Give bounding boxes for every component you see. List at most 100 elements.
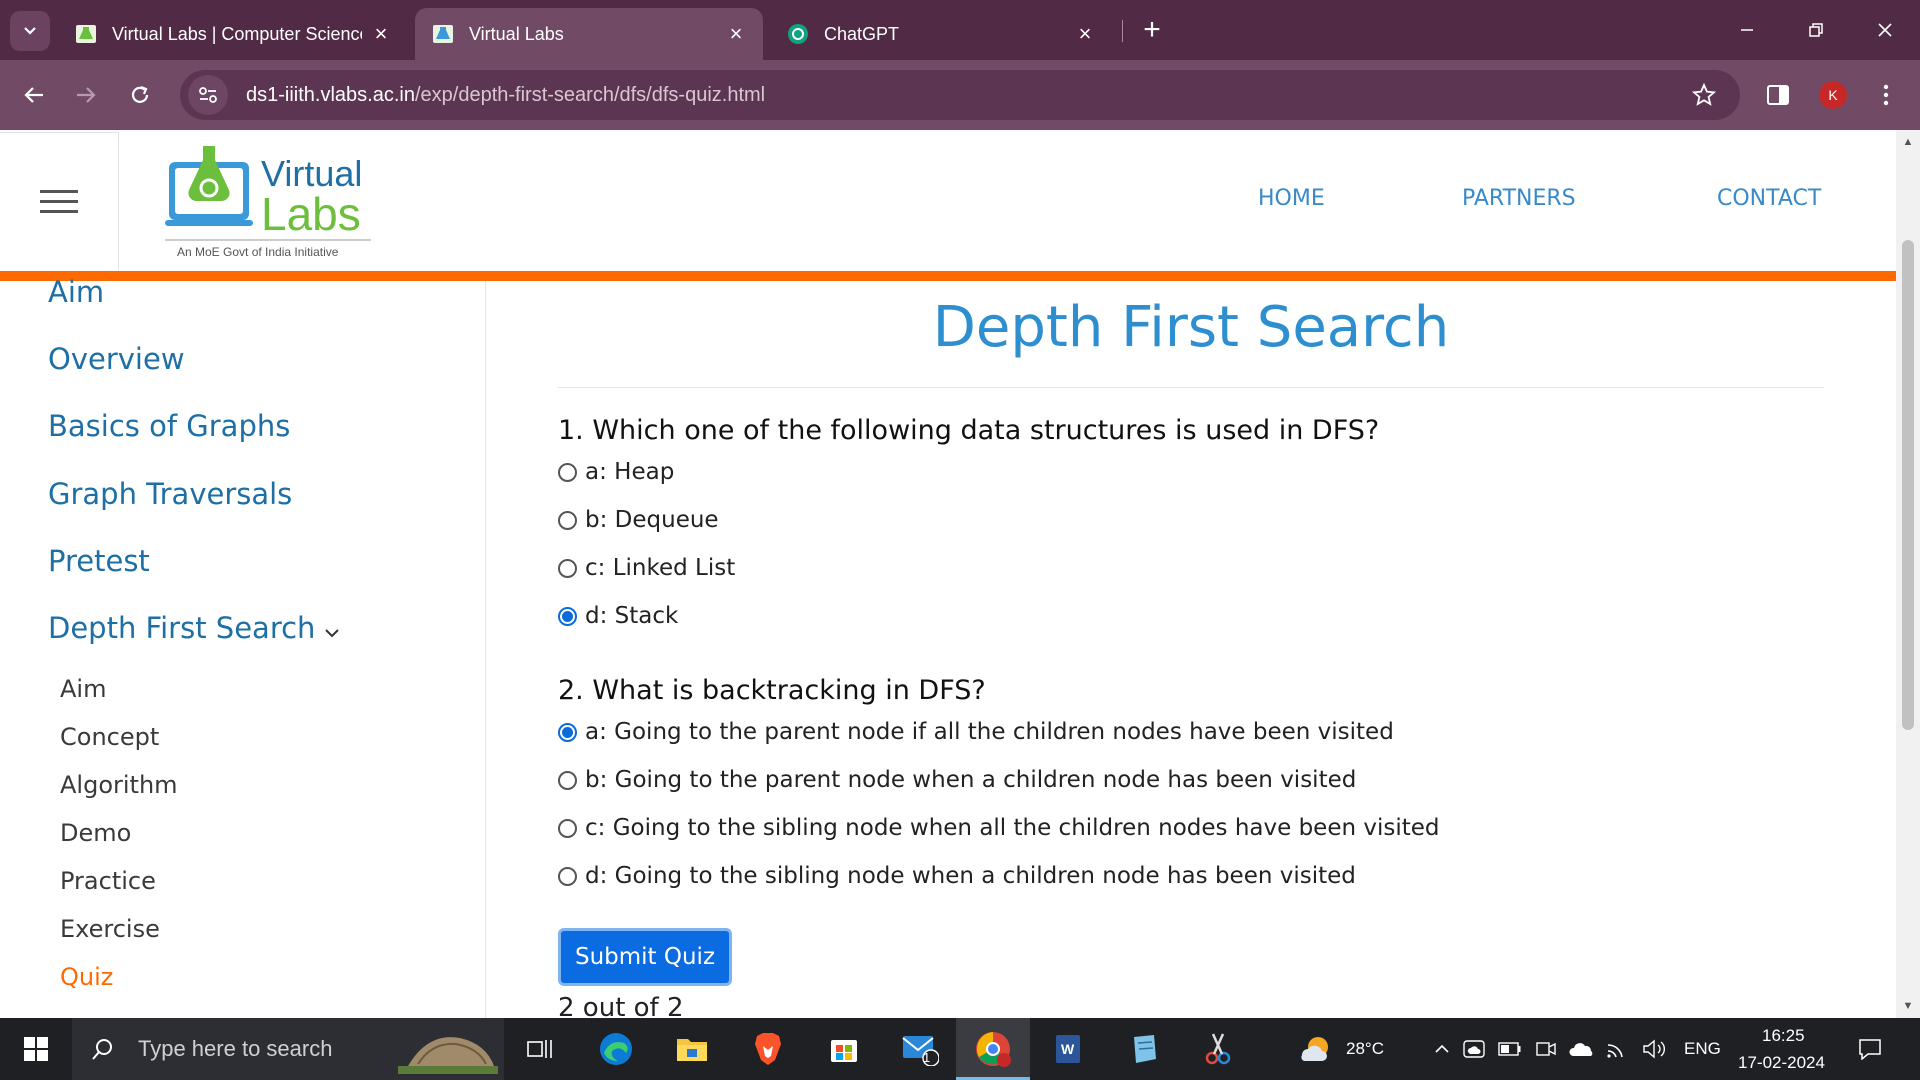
virtual-labs-logo[interactable]: Virtual Labs An MoE Govt of India Initia… — [165, 144, 375, 264]
radio-button[interactable] — [558, 558, 577, 578]
q2-option-c[interactable]: c: Going to the sibling node when all th… — [558, 815, 1440, 841]
scrollbar-thumb[interactable] — [1902, 240, 1914, 730]
experiment-sidebar: Aim Overview Basics of Graphs Graph Trav… — [0, 275, 486, 1018]
sidebar-subitem-aim[interactable]: Aim — [60, 675, 106, 703]
radio-button[interactable] — [558, 462, 577, 482]
q2-option-a[interactable]: a: Going to the parent node if all the c… — [558, 719, 1394, 745]
minimize-button[interactable] — [1724, 10, 1770, 50]
forward-button[interactable] — [64, 73, 108, 117]
q1-option-b[interactable]: b: Dequeue — [558, 507, 719, 533]
logo-text-labs: Labs — [261, 188, 361, 240]
sidebar-item-pretest[interactable]: Pretest — [48, 544, 150, 578]
q2-option-b[interactable]: b: Going to the parent node when a child… — [558, 767, 1356, 793]
reload-icon — [131, 85, 149, 103]
tab-search-button[interactable] — [10, 11, 50, 51]
edge-taskbar-button[interactable] — [594, 1027, 638, 1071]
sidebar-item-depth-first-search[interactable]: Depth First Search — [48, 611, 315, 645]
page-scrollbar[interactable]: ▲ ▼ — [1896, 130, 1920, 1018]
tab-chatgpt[interactable]: ChatGPT × — [770, 8, 1112, 60]
side-panel-button[interactable] — [1756, 73, 1800, 117]
nav-partners-link[interactable]: PARTNERS — [1462, 186, 1576, 211]
nav-contact-link[interactable]: CONTACT — [1717, 186, 1821, 211]
radio-button-selected[interactable] — [558, 722, 577, 742]
file-explorer-taskbar-button[interactable] — [670, 1027, 714, 1071]
bookmark-button[interactable] — [1688, 79, 1720, 111]
weather-widget[interactable] — [1294, 1027, 1338, 1071]
scroll-up-icon[interactable]: ▲ — [1902, 136, 1914, 148]
scroll-down-icon[interactable]: ▼ — [1902, 1000, 1914, 1012]
sidebar-subitem-quiz[interactable]: Quiz — [60, 963, 113, 991]
svg-text:W: W — [1061, 1041, 1075, 1057]
q1-option-a[interactable]: a: Heap — [558, 459, 674, 485]
radio-button[interactable] — [558, 866, 577, 886]
tab-title: Virtual Labs | Computer Science — [112, 23, 362, 44]
search-placeholder: Type here to search — [138, 1036, 333, 1061]
mail-badge: 1 — [923, 1050, 931, 1065]
input-language[interactable]: ENG — [1684, 1039, 1721, 1059]
mail-taskbar-button[interactable]: 1 — [898, 1027, 942, 1071]
minimize-icon — [1741, 29, 1753, 31]
radio-button[interactable] — [558, 770, 577, 790]
site-info-button[interactable] — [188, 75, 228, 115]
weather-temperature: 28°C — [1346, 1039, 1384, 1058]
tab-virtual-labs-cs[interactable]: Virtual Labs | Computer Science × — [58, 8, 408, 60]
close-window-button[interactable] — [1862, 10, 1908, 50]
nav-home-link[interactable]: HOME — [1258, 186, 1325, 211]
notifications-button[interactable] — [1848, 1027, 1892, 1071]
sidebar-subitem-practice[interactable]: Practice — [60, 867, 156, 895]
new-tab-button[interactable]: + — [1136, 12, 1168, 48]
url-text: ds1-iiith.vlabs.ac.in/exp/depth-first-se… — [246, 84, 765, 107]
search-icon — [92, 1039, 112, 1060]
snipping-tool-taskbar-button[interactable] — [1196, 1027, 1240, 1071]
sidebar-subitem-algorithm[interactable]: Algorithm — [60, 771, 178, 799]
sidebar-item-graph-traversals[interactable]: Graph Traversals — [48, 477, 292, 511]
close-tab-icon[interactable]: × — [1074, 23, 1096, 45]
taskbar-search-box[interactable]: Type here to search — [72, 1018, 504, 1080]
restore-button[interactable] — [1793, 10, 1839, 50]
radio-button-selected[interactable] — [558, 606, 577, 626]
sidebar-item-aim[interactable]: Aim — [48, 275, 104, 309]
scissors-icon — [1205, 1033, 1231, 1065]
start-button[interactable] — [0, 1018, 72, 1080]
chrome-taskbar-button[interactable] — [971, 1027, 1015, 1071]
close-tab-icon[interactable]: × — [370, 23, 392, 45]
option-label: d: Going to the sibling node when a chil… — [585, 863, 1356, 889]
sidebar-item-overview[interactable]: Overview — [48, 342, 185, 376]
browser-menu-button[interactable] — [1864, 73, 1908, 117]
notes-taskbar-button[interactable] — [1122, 1027, 1166, 1071]
reload-button[interactable] — [118, 73, 162, 117]
page-title: Depth First Search — [932, 295, 1450, 360]
url-path: /exp/depth-first-search/dfs/dfs-quiz.htm… — [414, 83, 766, 106]
brave-taskbar-button[interactable] — [746, 1027, 790, 1071]
q1-option-d[interactable]: d: Stack — [558, 603, 678, 629]
windows-logo-icon — [24, 1037, 48, 1061]
microsoft-store-taskbar-button[interactable] — [822, 1027, 866, 1071]
back-button[interactable] — [12, 73, 56, 117]
virtual-labs-favicon-icon — [76, 25, 96, 43]
hamburger-menu-button[interactable] — [0, 132, 119, 270]
sidebar-subitem-concept[interactable]: Concept — [60, 723, 159, 751]
cloud-icon — [1569, 1043, 1593, 1056]
tab-virtual-labs[interactable]: Virtual Labs × — [415, 8, 763, 60]
q1-option-c[interactable]: c: Linked List — [558, 555, 735, 581]
q2-option-d[interactable]: d: Going to the sibling node when a chil… — [558, 863, 1356, 889]
sidebar-subitem-exercise[interactable]: Exercise — [60, 915, 160, 943]
clock-time[interactable]: 16:25 — [1762, 1026, 1805, 1046]
radio-button[interactable] — [558, 510, 577, 530]
word-taskbar-button[interactable]: W — [1046, 1027, 1090, 1071]
tab-title: ChatGPT — [824, 23, 900, 44]
address-bar[interactable]: ds1-iiith.vlabs.ac.in/exp/depth-first-se… — [180, 70, 1740, 120]
radio-button[interactable] — [558, 818, 577, 838]
profile-avatar[interactable]: K — [1819, 81, 1847, 109]
submit-quiz-button[interactable]: Submit Quiz — [558, 928, 732, 986]
chevron-down-icon[interactable] — [322, 623, 342, 643]
volume-tray[interactable] — [1632, 1027, 1676, 1071]
task-view-button[interactable] — [518, 1027, 562, 1071]
web-page: Virtual Labs An MoE Govt of India Initia… — [0, 130, 1896, 1018]
sidebar-subitem-demo[interactable]: Demo — [60, 819, 131, 847]
side-panel-icon — [1767, 85, 1789, 105]
clock-date[interactable]: 17-02-2024 — [1738, 1053, 1825, 1073]
title-divider — [558, 387, 1824, 388]
sidebar-item-basics-of-graphs[interactable]: Basics of Graphs — [48, 409, 290, 443]
close-tab-icon[interactable]: × — [725, 23, 747, 45]
